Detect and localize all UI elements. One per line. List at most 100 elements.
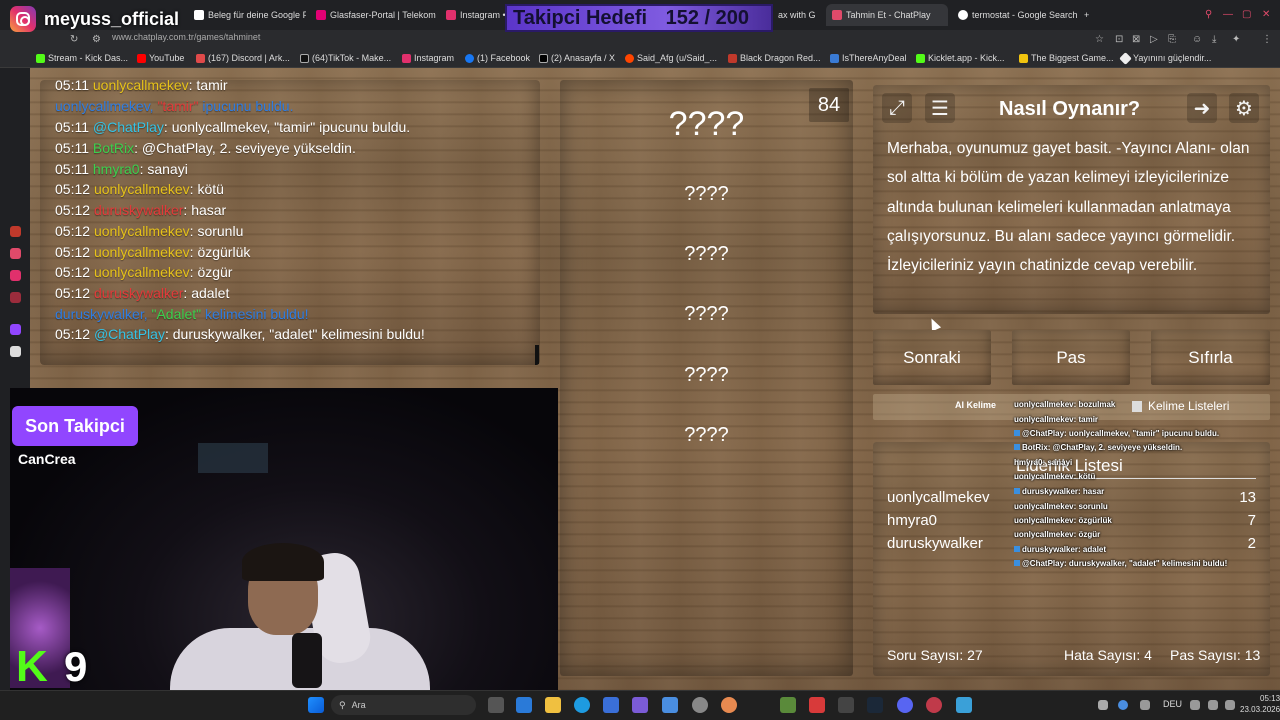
ai-word-button[interactable]: AI Kelime — [955, 400, 996, 410]
bookmark-kick[interactable]: Stream - Kick Das... — [36, 53, 128, 63]
bookmark-reddit[interactable]: Said_Afg (u/Said_... — [625, 53, 717, 63]
app-icon[interactable] — [809, 697, 825, 713]
tiktok-icon — [300, 53, 309, 63]
chat-message: duruskywalker, "Adalet" kelimesini buldu… — [55, 306, 309, 322]
leaderboard-score: 7 — [1247, 512, 1256, 529]
streamer-brand: meyuss_official — [10, 6, 179, 32]
steam-icon[interactable] — [867, 697, 883, 713]
sidebar-app-icon[interactable] — [10, 270, 21, 281]
clock[interactable]: 05:13 23.03.2026 — [1240, 693, 1280, 715]
tab-google-play[interactable]: Beleg für deine Google Pl... — [188, 4, 306, 26]
sidebar-app-icon[interactable] — [10, 248, 21, 259]
sidebar-app-icon[interactable] — [10, 226, 21, 237]
pass-button[interactable]: Pas — [1012, 330, 1130, 385]
download-icon[interactable]: ⤓ — [1212, 34, 1216, 45]
timer-counter: 84 — [809, 88, 849, 122]
edge-icon[interactable] — [574, 697, 590, 713]
volume-icon[interactable] — [1208, 700, 1218, 710]
bookmark-yayinini[interactable]: Yayınını güçlendir... — [1119, 51, 1211, 65]
follow-goal-widget: Takipci Hedefi 152 / 200 — [505, 4, 773, 32]
x-icon[interactable] — [10, 346, 21, 357]
ai-icon[interactable]: ✦ — [1232, 34, 1240, 45]
url-field[interactable]: www.chatplay.com.tr/games/tahminet — [112, 32, 260, 42]
discord-icon[interactable] — [897, 697, 913, 713]
new-tab-button[interactable]: + — [1078, 4, 1094, 26]
bookmark-star-icon[interactable]: ☆ — [1095, 34, 1104, 45]
bookmark-kicklet[interactable]: Kicklet.app - Kick... — [916, 53, 1005, 63]
file-explorer-icon[interactable] — [545, 697, 561, 713]
fullscreen-icon[interactable]: ⤢ — [882, 93, 912, 123]
bookmark-youtube[interactable]: YouTube — [137, 53, 184, 63]
store-icon[interactable] — [603, 697, 619, 713]
tab-telekom[interactable]: Glasfaser-Portal | Telekom — [310, 4, 438, 26]
reload-icon[interactable]: ↻ — [70, 34, 78, 45]
minecraft-icon[interactable] — [780, 697, 796, 713]
tab-chatplay[interactable]: Tahmin Et - ChatPlay — [826, 4, 948, 26]
app-icon[interactable] — [662, 697, 678, 713]
widgets-icon[interactable] — [516, 697, 532, 713]
document-icon[interactable]: ☰ — [925, 93, 955, 123]
chat-message: 05:12 uonlycallmekev: kötü — [55, 181, 224, 197]
overlay-chat-line: uonlycallmekev: özgürlük — [1014, 516, 1112, 525]
telekom-icon — [316, 10, 326, 20]
minimize-icon[interactable]: — — [1223, 9, 1233, 20]
profile-icon[interactable]: ☺ — [1192, 34, 1202, 45]
chat-scrollbar[interactable] — [535, 345, 539, 365]
network-icon[interactable] — [1190, 700, 1200, 710]
tab-misc[interactable]: ax with G — [772, 4, 824, 26]
kick-logo-icon: K — [16, 642, 48, 691]
bookmark-facebook[interactable]: (1) Facebook — [465, 53, 530, 63]
microphone-icon[interactable] — [1140, 700, 1150, 710]
tab-instagram[interactable]: Instagram • — [440, 4, 506, 26]
exit-icon[interactable]: ➜ — [1187, 93, 1217, 123]
settings-gear-icon[interactable]: ⚙ — [1229, 93, 1259, 123]
microphone-icon — [292, 633, 322, 688]
maximize-icon[interactable]: ▢ — [1242, 9, 1252, 20]
bookmark-icon — [1019, 53, 1028, 63]
how-to-play-title: Nasıl Oynanır? — [999, 98, 1141, 120]
chat-message: 05:12 @ChatPlay: duruskywalker, "adalet"… — [55, 326, 425, 342]
word-lists-button[interactable]: Kelime Listeleri — [1132, 399, 1229, 413]
sidebar-app-icon[interactable] — [10, 292, 21, 303]
app-icon[interactable] — [956, 697, 972, 713]
taskbar-search[interactable]: ⚲ Ara — [331, 695, 476, 715]
bookmark-isthereanydeal[interactable]: IsThereAnyDeal — [830, 53, 907, 63]
overlay-chat-line: uonlycallmekev: sorunlu — [1014, 502, 1108, 511]
site-info-icon[interactable]: ⚙ — [92, 34, 101, 45]
address-bar: ↻ ⚙ www.chatplay.com.tr/games/tahminet ☆… — [0, 30, 1280, 50]
language-indicator[interactable]: DEU — [1163, 699, 1182, 709]
webcam-person-hair — [242, 543, 324, 581]
tray-app-icon[interactable] — [1118, 700, 1128, 710]
screenshot-icon[interactable]: ⊡ — [1115, 34, 1123, 45]
obs-icon[interactable] — [926, 697, 942, 713]
reset-button[interactable]: Sıfırla — [1151, 330, 1270, 385]
battery-icon[interactable] — [1225, 700, 1235, 710]
badge-icon — [1014, 560, 1020, 566]
app-icon[interactable] — [838, 697, 854, 713]
twitch-icon[interactable] — [10, 324, 21, 335]
next-button[interactable]: Sonraki — [873, 330, 991, 385]
app-icon[interactable] — [721, 697, 737, 713]
search-tabs-icon[interactable]: ⚲ — [1205, 9, 1215, 20]
extensions-icon[interactable]: ⊠ — [1132, 34, 1140, 45]
chat-panel: 05:11 uonlycallmekev: tamir uonlycallmek… — [40, 80, 540, 365]
app-icon[interactable] — [692, 697, 708, 713]
bookmark-tiktok[interactable]: (64)TikTok - Make... — [300, 53, 391, 63]
task-view-icon[interactable] — [488, 697, 504, 713]
bookmark-biggest-game[interactable]: The Biggest Game... — [1019, 53, 1114, 63]
close-icon[interactable]: ✕ — [1262, 9, 1272, 20]
share-icon[interactable]: ⎘ — [1168, 34, 1176, 45]
bookmark-instagram[interactable]: Instagram — [402, 53, 454, 63]
windows-start-icon[interactable] — [308, 697, 324, 713]
chat-message: uonlycallmekev, "tamir" ipucunu buldu. — [55, 98, 294, 114]
bookmark-x[interactable]: (2) Anasayfa / X — [539, 53, 615, 63]
menu-icon[interactable]: ⋮ — [1262, 34, 1272, 45]
tab-google-search[interactable]: termostat - Google Search — [952, 4, 1078, 26]
instagram-logo-icon — [10, 6, 36, 32]
tray-chevron-icon[interactable] — [1098, 700, 1108, 710]
bookmark-black-dragon[interactable]: Black Dragon Red... — [728, 53, 821, 63]
bookmark-discord[interactable]: (167) Discord | Ark... — [196, 53, 290, 63]
play-icon[interactable]: ▷ — [1150, 34, 1158, 45]
bookmarks-bar: Stream - Kick Das... YouTube (167) Disco… — [0, 50, 1280, 68]
app-icon[interactable] — [632, 697, 648, 713]
